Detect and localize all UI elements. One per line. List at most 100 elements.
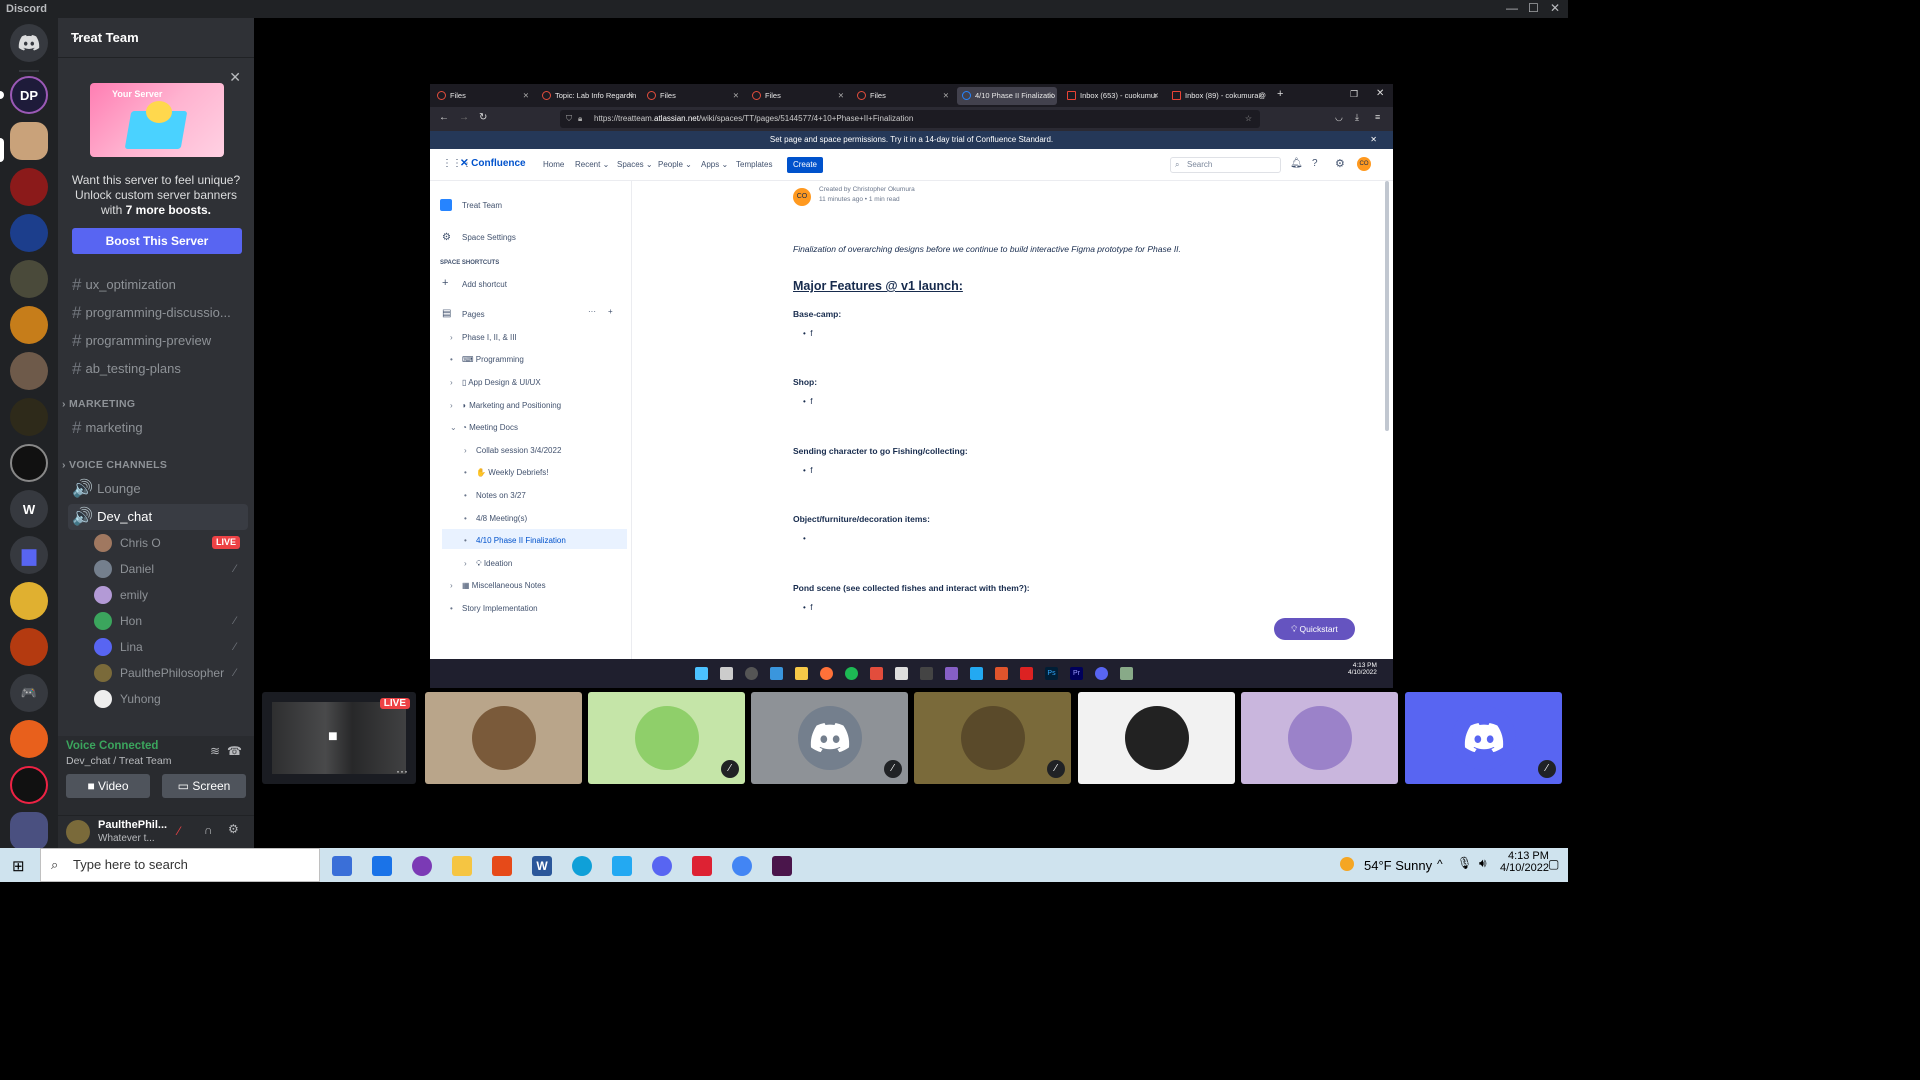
microphone-icon[interactable]: 🎙︎ [1457,856,1472,870]
channel-programming-preview[interactable]: # programming-preview [68,328,248,354]
avatar[interactable]: CO [1357,157,1371,171]
notifications-icon[interactable]: 🔔︎ [1290,158,1303,169]
quickstart-button[interactable]: 💡︎ Quickstart [1274,618,1355,640]
avatar[interactable] [66,820,90,844]
server-game-2[interactable] [10,352,48,390]
download-icon[interactable]: ⤓ [1355,112,1359,123]
minimize-icon[interactable]: — [1506,1,1518,15]
disconnect-icon[interactable]: ☎ [227,744,242,758]
boost-server-button[interactable]: Boost This Server [72,228,242,254]
headphones-icon[interactable]: ∩ [204,823,213,837]
windows-start-icon[interactable]: ⊞ [12,857,25,875]
channel-ux-optimization[interactable]: # ux_optimization [68,272,248,298]
server-fire[interactable] [10,720,48,758]
server-red-logo[interactable] [10,168,48,206]
browser-tab-active[interactable]: 4/10 Phase II Finalizatio ✕ [957,87,1057,105]
more-icon[interactable]: ··· [588,307,596,316]
browser-tab[interactable]: Files ✕ [747,87,847,105]
search-input[interactable]: ⌕ Search [1170,157,1281,173]
category-marketing[interactable]: › MARKETING [62,398,135,410]
settings-gear-icon[interactable]: ⚙ [1335,157,1345,170]
page-tree-item[interactable]: › Collab session 3/4/2022 [464,446,561,455]
voice-user[interactable]: Lina ⁄ [94,636,244,658]
browser-tab[interactable]: Files ✕ [432,87,532,105]
server-header[interactable]: Treat Team ⌄ [58,18,254,58]
stream-tile[interactable]: LIVE ■ ··· [262,692,416,784]
server-bottom[interactable] [10,812,48,850]
close-icon[interactable]: ✕ [1153,87,1159,105]
server-bloons[interactable] [10,306,48,344]
nav-people[interactable]: People ⌄ [658,160,692,169]
browser-tab[interactable]: Inbox (89) - cokumura@ ✕ [1167,87,1267,105]
slack-icon[interactable] [772,856,792,876]
office-icon[interactable] [492,856,512,876]
page-tree-item[interactable]: › 💡︎ Ideation [464,559,512,569]
mic-muted-icon[interactable]: ⁄ [178,824,180,838]
bookmark-star-icon[interactable]: ☆ [1245,110,1252,128]
page-tree-item[interactable]: › Phase I, II, & III [450,333,517,342]
voice-user[interactable]: PaulthePhilosopher ⁄ [94,662,244,684]
voice-channel-lounge[interactable]: 🔊 Lounge [68,476,248,502]
voice-user[interactable]: emily [94,584,244,606]
voice-channel-dev-chat[interactable]: 🔊 Dev_chat [68,504,248,530]
video-tile[interactable] [425,692,582,784]
close-icon[interactable]: ✕ [943,87,949,105]
restore-icon[interactable]: ❐ [1350,89,1358,100]
server-treat-team[interactable] [10,122,48,160]
voice-location[interactable]: Dev_chat / Treat Team [66,755,171,767]
server-orange[interactable] [10,628,48,666]
chevron-up-icon[interactable]: ^ [1437,857,1443,871]
page-tree-item[interactable]: • 4/8 Meeting(s) [464,514,527,523]
server-game-1[interactable] [10,260,48,298]
close-icon[interactable]: ✕ [1370,131,1377,149]
scrollbar[interactable] [1385,181,1389,431]
video-tile[interactable]: ⁄ [751,692,908,784]
server-yellow[interactable] [10,582,48,620]
close-icon[interactable]: ✕ [838,87,844,105]
app-icon[interactable] [412,856,432,876]
create-button[interactable]: Create [787,157,823,173]
close-icon[interactable]: ✕ [1048,87,1054,105]
page-tree-item[interactable]: • Notes on 3/27 [464,491,526,500]
nav-templates[interactable]: Templates [736,160,772,169]
page-tree-item[interactable]: • Story Implementation [450,604,538,613]
close-window-icon[interactable]: ✕ [1376,88,1384,99]
add-page-icon[interactable]: + [608,307,613,316]
page-tree-item[interactable]: ⌄ ◔ Meeting Docs [450,423,518,432]
page-tree-item[interactable]: › ◗ Marketing and Positioning [450,401,561,410]
browser-tab[interactable]: Inbox (653) - cuokumur ✕ [1062,87,1162,105]
voice-user[interactable]: Yuhong [94,688,244,710]
voice-user[interactable]: Hon ⁄ [94,610,244,632]
channel-marketing[interactable]: # marketing [68,415,248,441]
server-dp[interactable]: DP [10,76,48,114]
video-tile[interactable] [1241,692,1398,784]
file-explorer-icon[interactable] [452,856,472,876]
volume-icon[interactable]: 🔊︎ [1479,856,1487,871]
close-icon[interactable]: ✕ [1550,1,1560,15]
maximize-icon[interactable]: ☐ [1528,1,1539,15]
system-clock[interactable]: 4:13 PM 4/10/2022 [1500,850,1549,874]
gamepad-icon[interactable]: 🎮 [10,674,48,712]
close-icon[interactable]: ✕ [523,87,529,105]
server-wf-logo[interactable] [10,214,48,252]
close-icon[interactable]: ✕ [628,87,634,105]
page-tree-item[interactable]: • ✋ Weekly Debriefs! [464,468,549,477]
new-tab-icon[interactable]: + [1277,88,1283,100]
pages-heading[interactable]: Pages [462,310,485,319]
edge-icon[interactable] [572,856,592,876]
browser-tab[interactable]: Topic: Lab Info Regardin ✕ [537,87,637,105]
discord-icon[interactable] [652,856,672,876]
noise-suppression-icon[interactable]: ≋ [210,744,220,758]
server-bloon-2[interactable] [10,398,48,436]
mail-icon[interactable] [372,856,392,876]
vscode-icon[interactable] [612,856,632,876]
close-icon[interactable]: ✕ [229,69,241,86]
channel-ab-testing[interactable]: # ab_testing-plans [68,356,248,382]
page-tree-item[interactable]: • ⌨ Programming [450,355,524,364]
video-tile[interactable] [1078,692,1235,784]
app-icon[interactable] [692,856,712,876]
page-tree-item[interactable]: › ▯ App Design & UI/UX [450,378,541,387]
browser-tab[interactable]: Files ✕ [852,87,952,105]
video-tile[interactable]: ⁄ [1405,692,1562,784]
server-emblem[interactable] [10,444,48,482]
